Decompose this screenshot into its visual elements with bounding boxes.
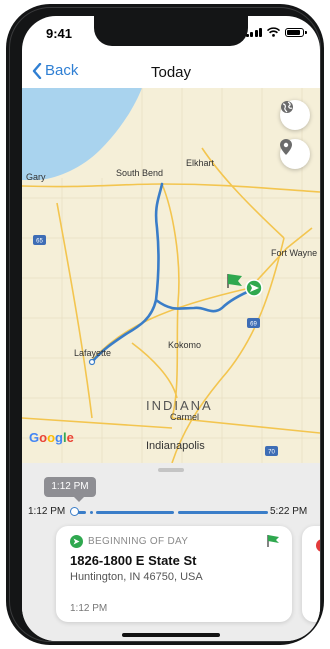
timeline-start-time: 1:12 PM xyxy=(28,506,66,517)
city-label: Indianapolis xyxy=(146,440,205,452)
home-indicator[interactable] xyxy=(122,633,220,637)
timeline-segment xyxy=(178,511,268,514)
next-stop-card[interactable] xyxy=(302,526,320,622)
timeline-scrubber[interactable] xyxy=(70,507,79,516)
timeline-dot xyxy=(90,511,93,514)
card-label: BEGINNING OF DAY xyxy=(88,536,189,547)
map-view[interactable]: 65 69 70 Gary South Bend Elkhart Fort Wa… xyxy=(22,88,320,463)
status-time: 9:41 xyxy=(46,26,73,41)
city-label: South Bend xyxy=(116,168,164,178)
city-label: Lafayette xyxy=(74,348,112,358)
city-label: Kokomo xyxy=(168,340,202,350)
lake-michigan xyxy=(22,88,142,180)
wifi-icon xyxy=(267,27,280,37)
highway-shield-70: 70 xyxy=(268,450,275,456)
start-icon xyxy=(70,535,83,548)
status-icons xyxy=(245,27,307,37)
screen: 9:41 Back Today 65 69 70 Gary South Bend… xyxy=(22,16,320,641)
route-line xyxy=(90,182,256,364)
time-tooltip: 1:12 PM xyxy=(44,477,96,502)
notch xyxy=(94,16,248,46)
bottom-sheet: 1:12 PM 1:12 PM 5:22 PM BEGINNING OF DAY xyxy=(22,463,320,641)
highway-shield-65: 65 xyxy=(36,239,43,245)
drag-handle[interactable] xyxy=(158,468,184,472)
page-title: Today xyxy=(150,64,192,81)
city-label: Elkhart xyxy=(186,158,215,168)
nav-bar: Back Today xyxy=(22,56,320,88)
stop-card[interactable]: BEGINNING OF DAY 1826-1800 E State St Hu… xyxy=(56,526,292,622)
city-label: Carmel xyxy=(170,412,200,422)
phone-frame: 9:41 Back Today 65 69 70 Gary South Bend… xyxy=(6,4,324,645)
globe-button[interactable] xyxy=(280,100,310,130)
location-pin-icon xyxy=(280,139,292,155)
card-time: 1:12 PM xyxy=(70,603,108,614)
location-button[interactable] xyxy=(280,139,310,169)
state-label: INDIANA xyxy=(146,398,213,413)
globe-icon xyxy=(281,101,293,113)
timeline-track[interactable] xyxy=(70,507,268,516)
end-icon xyxy=(316,539,320,552)
highway-shield-69: 69 xyxy=(250,322,257,328)
flag-icon xyxy=(267,535,279,547)
battery-icon xyxy=(285,27,307,37)
timeline-end-time: 5:22 PM xyxy=(270,506,308,517)
highway-shields: 65 69 70 xyxy=(33,235,278,456)
city-label: Fort Wayne xyxy=(271,248,318,258)
card-city: Huntington, IN 46750, USA xyxy=(70,571,203,583)
city-label: Gary xyxy=(26,172,46,182)
timeline-segment xyxy=(96,511,174,514)
card-street: 1826-1800 E State St xyxy=(70,553,197,568)
google-logo: Google xyxy=(29,430,74,445)
